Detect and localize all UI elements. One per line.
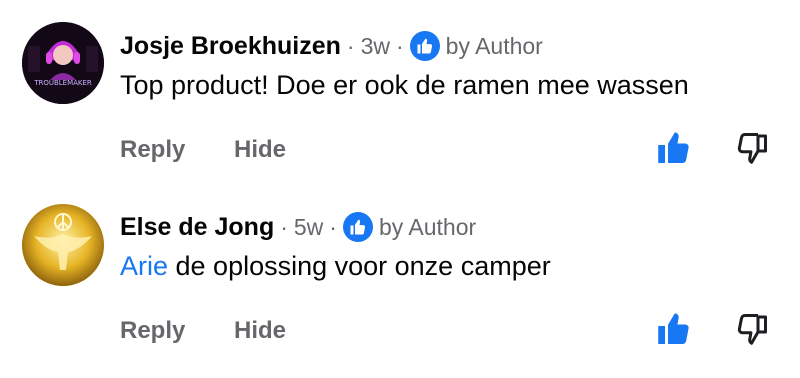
avatar[interactable]: TROUBLEMAKER bbox=[22, 22, 104, 104]
comment-body: de oplossing voor onze camper bbox=[168, 251, 551, 281]
hide-button[interactable]: Hide bbox=[234, 136, 286, 164]
mention-link[interactable]: Arie bbox=[120, 251, 168, 281]
separator-dot: · bbox=[346, 32, 355, 59]
golden-dove-peace-avatar-icon bbox=[22, 204, 104, 286]
separator-dot: · bbox=[395, 32, 404, 59]
author-badge-label: by Author bbox=[445, 32, 543, 59]
comment-text: Arie de oplossing voor onze camper bbox=[120, 251, 551, 282]
timestamp[interactable]: 5w bbox=[294, 214, 323, 241]
thumbs-up-icon[interactable] bbox=[654, 309, 694, 349]
separator-dot: · bbox=[329, 213, 337, 240]
avatar-caption: TROUBLEMAKER bbox=[33, 79, 92, 87]
author-name[interactable]: Josje Broekhuizen bbox=[120, 32, 341, 61]
avatar[interactable] bbox=[22, 204, 104, 286]
gamer-avatar-icon: TROUBLEMAKER bbox=[22, 22, 104, 104]
author-name[interactable]: Else de Jong bbox=[120, 213, 274, 242]
comment-header: Josje Broekhuizen · 3w · by Author bbox=[120, 30, 543, 62]
comment-text: Top product! Doe er ook de ramen mee was… bbox=[120, 70, 689, 101]
comment-header: Else de Jong · 5w · by Author bbox=[120, 211, 476, 243]
hide-button[interactable]: Hide bbox=[234, 317, 286, 345]
thumbs-down-icon[interactable] bbox=[732, 128, 772, 168]
comment-body: Top product! Doe er ook de ramen mee was… bbox=[120, 70, 689, 100]
timestamp[interactable]: 3w bbox=[361, 33, 390, 60]
separator-dot: · bbox=[280, 213, 288, 240]
author-badge-label: by Author bbox=[378, 213, 477, 240]
thumbs-down-icon[interactable] bbox=[732, 309, 772, 349]
author-like-badge-icon bbox=[409, 31, 440, 61]
reply-button[interactable]: Reply bbox=[120, 317, 185, 345]
thumbs-up-icon[interactable] bbox=[654, 128, 694, 168]
reply-button[interactable]: Reply bbox=[120, 136, 185, 164]
author-like-badge-icon bbox=[342, 212, 373, 242]
